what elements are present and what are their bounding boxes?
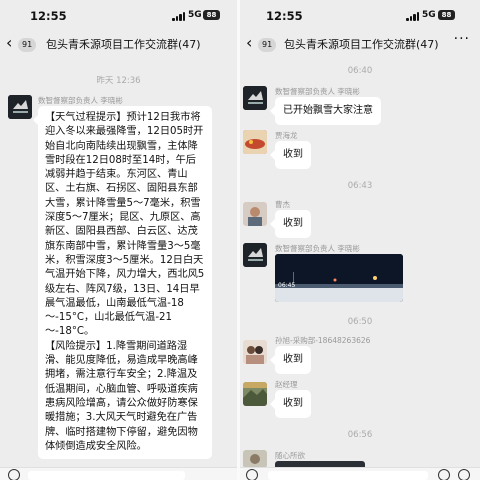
photo-timestamp: 06:45 (278, 282, 296, 289)
battery-icon: 88 (203, 10, 220, 20)
chat-title[interactable]: 包头青禾源项目工作交流群(47) (46, 36, 201, 52)
sender-name: 数智督察部负责人 李晓彬 (275, 87, 360, 96)
timestamp: 06:43 (347, 181, 373, 191)
left-chat-screen: 12:55 5G 88 ‹ 91 包头青禾源项目工作交流群(47) 昨天 12:… (0, 0, 237, 480)
input-bar (0, 467, 237, 480)
avatar[interactable] (243, 450, 267, 468)
sender-name: 孙旭-采购部-18648263626 (275, 336, 371, 345)
message-bubble[interactable]: 已开始飘雪大家注意 (270, 97, 381, 125)
status-bar: 12:55 5G 88 (240, 9, 480, 25)
snow-photo[interactable]: 06:45 (275, 254, 403, 302)
message-bubble[interactable]: 收到 (270, 346, 311, 374)
message-bubble[interactable]: 收到 (270, 210, 311, 238)
message-bubble[interactable]: 收到 (270, 141, 311, 169)
input-bar (240, 467, 480, 480)
emoji-icon[interactable] (438, 469, 450, 480)
voice-icon[interactable] (246, 469, 258, 480)
avatar[interactable] (243, 382, 267, 406)
chat-header: ‹ 91 包头青禾源项目工作交流群(47) ··· (240, 30, 480, 58)
signal-icon (406, 12, 420, 21)
message-input[interactable] (28, 471, 185, 480)
back-arrow-icon[interactable]: ‹ (246, 35, 252, 51)
avatar[interactable] (243, 202, 267, 226)
more-icon[interactable]: ··· (454, 31, 470, 47)
plus-icon[interactable] (458, 469, 470, 480)
timestamp: 06:56 (347, 430, 373, 440)
unread-badge[interactable]: 91 (258, 38, 277, 52)
sender-name: 数智督察部负责人 李晓彬 (38, 96, 123, 105)
unread-badge[interactable]: 91 (18, 38, 37, 52)
sender-name: 赵经理 (275, 380, 298, 389)
avatar[interactable] (8, 95, 32, 119)
status-time: 12:55 (266, 9, 303, 23)
signal-icon (172, 12, 186, 21)
message-bubble[interactable]: 收到 (270, 390, 311, 418)
network-label: 5G (188, 10, 202, 20)
avatar[interactable] (243, 130, 267, 154)
voice-icon[interactable] (8, 469, 20, 480)
sender-name: 数智督察部负责人 李晓彬 (275, 244, 360, 253)
sender-name: 贾海龙 (275, 131, 298, 140)
status-time: 12:55 (30, 9, 67, 23)
chat-header: ‹ 91 包头青禾源项目工作交流群(47) (0, 30, 237, 58)
message-input[interactable] (268, 471, 428, 480)
message-bubble[interactable]: 【天气过程提示】预计12日我市将迎入冬以来最强降雪，12日05时开始自北向南陆续… (33, 106, 212, 460)
timestamp: 昨天 12:36 (96, 76, 141, 86)
chat-title[interactable]: 包头青禾源项目工作交流群(47) (284, 36, 439, 52)
sender-name: 曹杰 (275, 200, 290, 209)
timestamp: 06:40 (347, 66, 373, 76)
network-label: 5G (422, 10, 436, 20)
battery-icon: 88 (438, 10, 455, 20)
timestamp: 06:50 (347, 317, 373, 327)
status-bar: 12:55 5G 88 (0, 9, 237, 25)
avatar[interactable] (243, 340, 267, 364)
sender-name: 随心所欲 (275, 451, 305, 460)
avatar[interactable] (243, 86, 267, 110)
back-arrow-icon[interactable]: ‹ (6, 35, 12, 51)
right-chat-screen: 12:55 5G 88 ‹ 91 包头青禾源项目工作交流群(47) ··· 06… (240, 0, 480, 480)
avatar[interactable] (243, 243, 267, 267)
